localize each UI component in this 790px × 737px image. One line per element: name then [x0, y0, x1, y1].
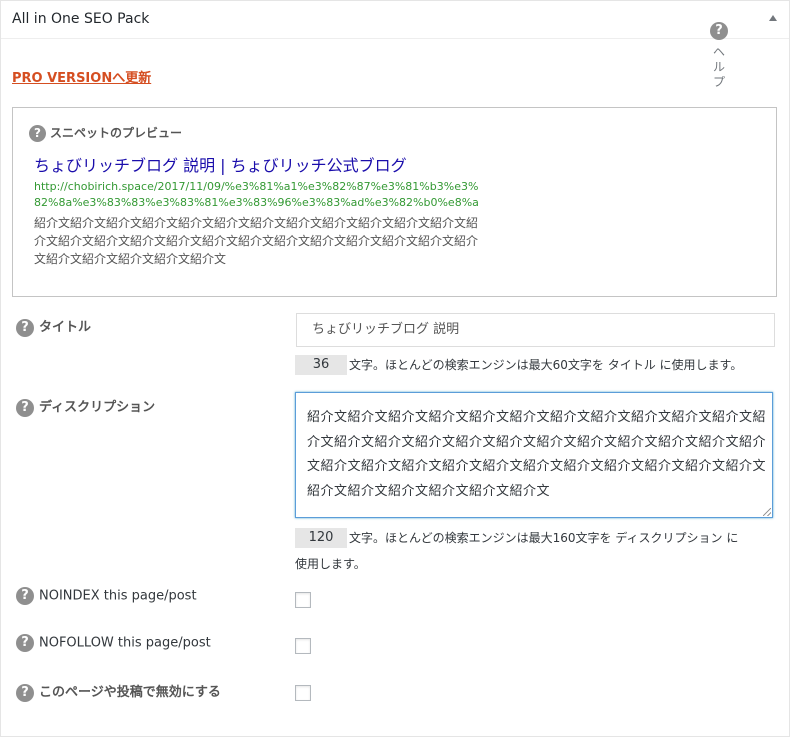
- nofollow-label-text: NOFOLLOW this page/post: [39, 635, 211, 651]
- preview-url: http://chobirich.space/2017/11/09/%e3%81…: [34, 180, 479, 209]
- question-icon[interactable]: ?: [16, 683, 34, 702]
- description-count-text: 文字。ほとんどの検索エンジンは最大160文字を ディスクリプション に: [349, 531, 739, 545]
- collapse-toggle-icon[interactable]: [769, 15, 777, 21]
- preview-title[interactable]: ちょびリッチブログ 説明 | ちょびリッチ公式ブログ: [34, 152, 407, 176]
- title-count-text: 文字。ほとんどの検索エンジンは最大60文字を タイトル に使用します。: [349, 358, 743, 372]
- description-text: 紹介文紹介文紹介文紹介文紹介文紹介文紹介文紹介文紹介文紹介文紹介文紹介文紹介文紹…: [307, 410, 767, 499]
- question-icon[interactable]: ?: [29, 125, 46, 142]
- disable-label: ? このページや投稿で無効にする: [16, 681, 221, 702]
- title-input[interactable]: ちょびリッチブログ 説明: [296, 313, 775, 347]
- pro-version-link[interactable]: PRO VERSIONへ更新: [12, 67, 151, 86]
- description-count-text-2: 使用します。: [295, 557, 366, 571]
- resize-handle-icon[interactable]: [763, 508, 771, 516]
- description-textarea[interactable]: 紹介文紹介文紹介文紹介文紹介文紹介文紹介文紹介文紹介文紹介文紹介文紹介文紹介文紹…: [295, 392, 773, 518]
- title-label-text: タイトル: [39, 320, 92, 335]
- snippet-preview: ? スニペットのプレビュー ちょびリッチブログ 説明 | ちょびリッチ公式ブログ …: [12, 107, 777, 297]
- question-icon[interactable]: ?: [16, 398, 34, 417]
- snippet-preview-label: ? スニペットのプレビュー: [29, 124, 182, 142]
- title-label: ? タイトル: [16, 316, 91, 337]
- question-icon: ?: [710, 22, 728, 40]
- description-char-count: 120: [295, 528, 347, 548]
- nofollow-checkbox[interactable]: [295, 638, 311, 654]
- seo-pack-panel: All in One SEO Pack ? ヘルプ PRO VERSIONへ更新…: [0, 0, 790, 737]
- preview-description: 紹介文紹介文紹介文紹介文紹介文紹介文紹介文紹介文紹介文紹介文紹介文紹介文紹介文紹…: [34, 216, 479, 266]
- noindex-checkbox[interactable]: [295, 592, 311, 608]
- description-label: ? ディスクリプション: [16, 396, 155, 417]
- noindex-label: ? NOINDEX this page/post: [16, 587, 197, 605]
- title-char-count: 36: [295, 355, 347, 375]
- panel-title: All in One SEO Pack: [12, 11, 150, 27]
- disable-label-text: このページや投稿で無効にする: [39, 685, 221, 700]
- help-label: ヘルプ: [712, 45, 725, 89]
- disable-checkbox[interactable]: [295, 685, 311, 701]
- panel-header: All in One SEO Pack: [1, 1, 789, 39]
- question-icon[interactable]: ?: [16, 318, 34, 337]
- description-label-text: ディスクリプション: [39, 400, 156, 415]
- help-button[interactable]: ? ヘルプ: [707, 19, 731, 90]
- question-icon[interactable]: ?: [16, 634, 34, 652]
- snippet-preview-label-text: スニペットのプレビュー: [50, 126, 183, 140]
- noindex-label-text: NOINDEX this page/post: [39, 588, 197, 604]
- question-icon[interactable]: ?: [16, 587, 34, 605]
- nofollow-label: ? NOFOLLOW this page/post: [16, 634, 211, 652]
